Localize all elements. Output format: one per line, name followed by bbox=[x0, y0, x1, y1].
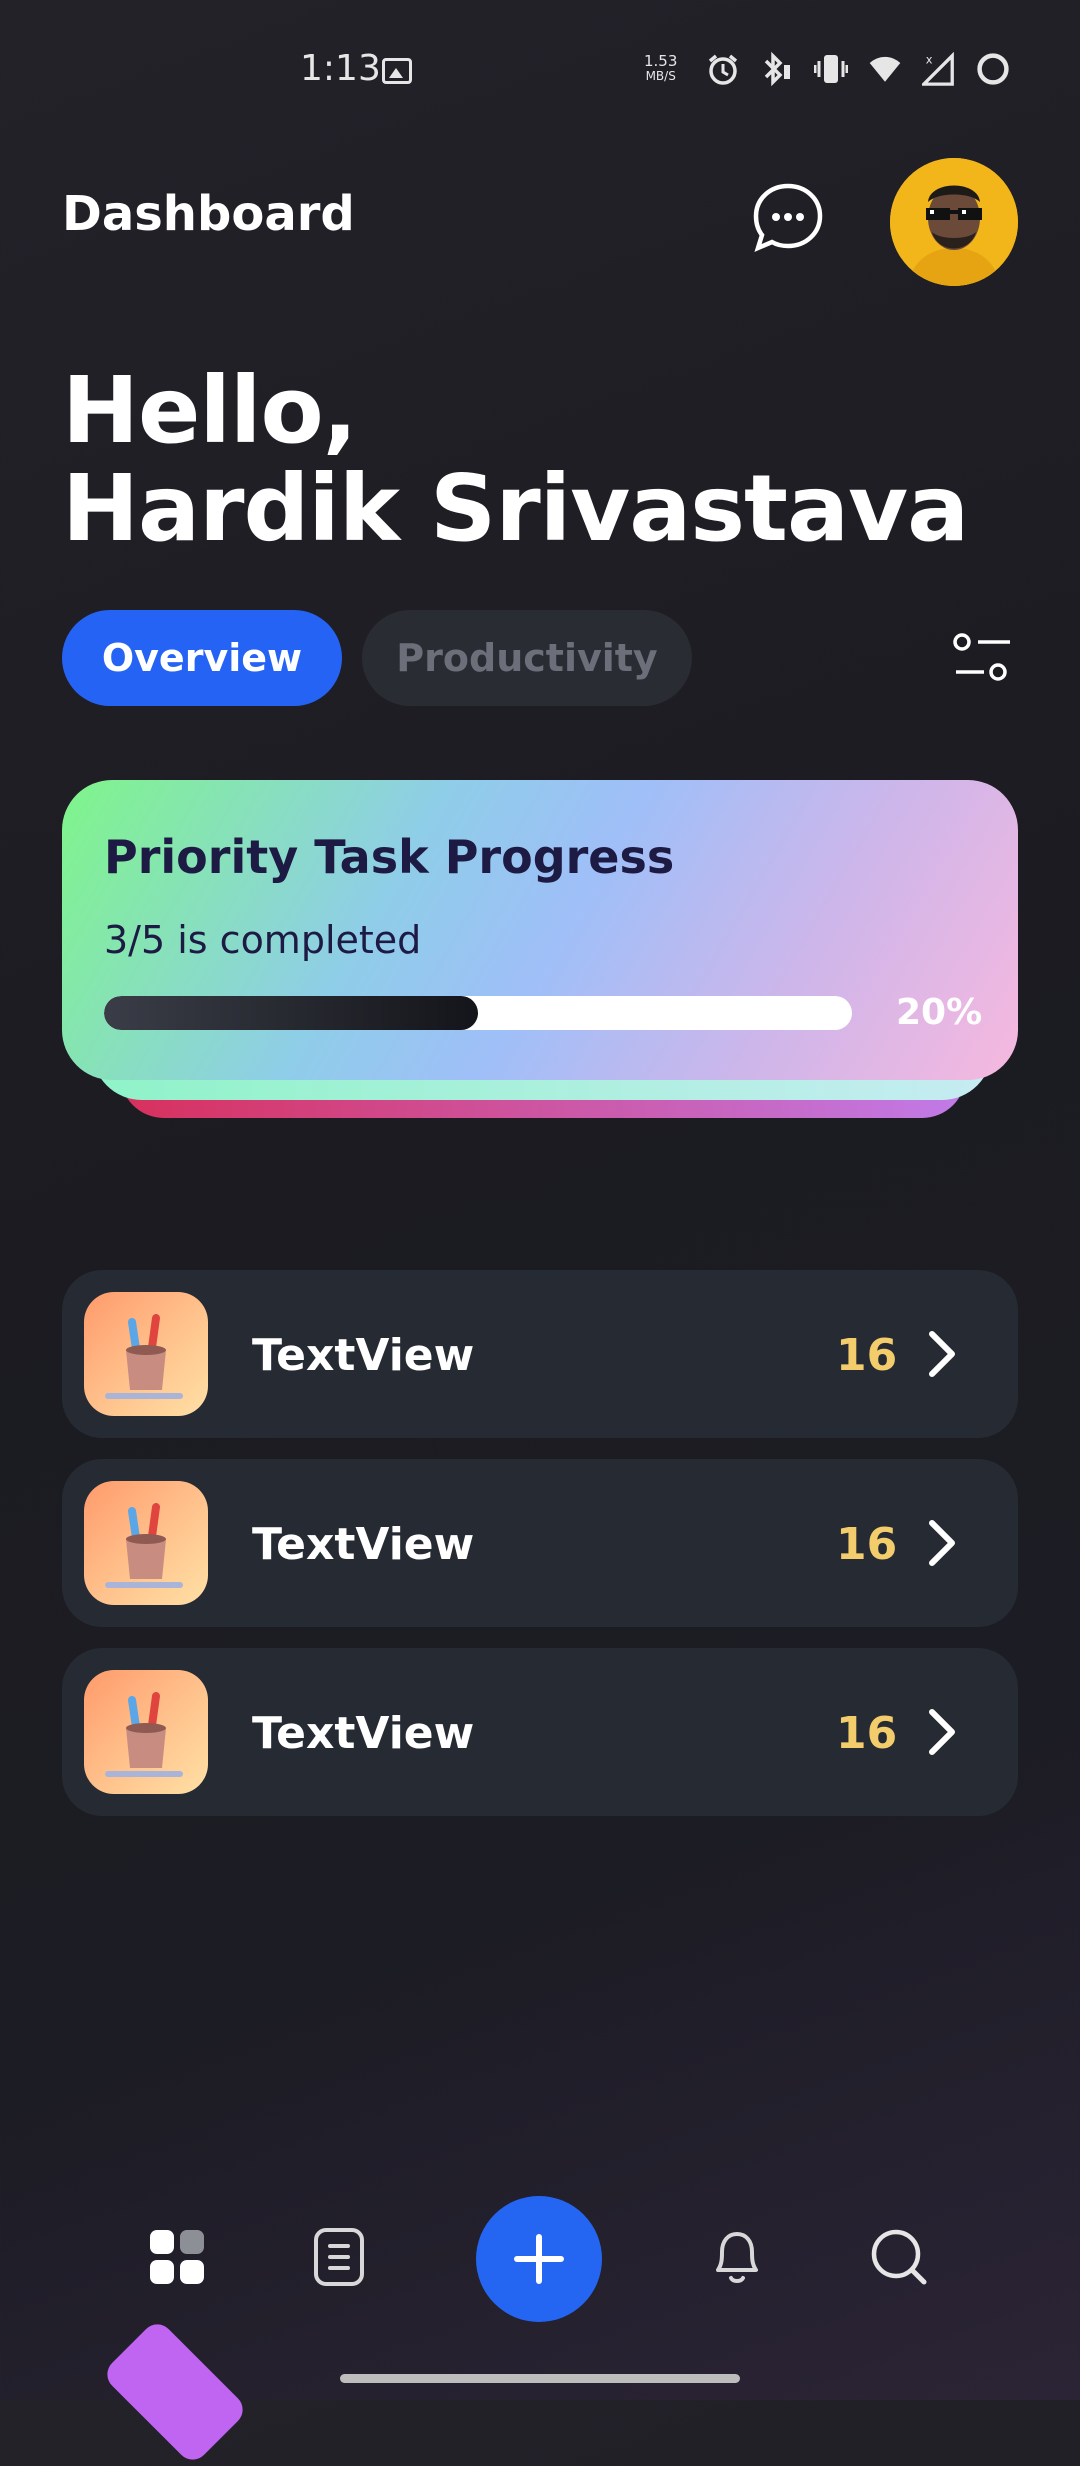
pencil-cup-icon bbox=[84, 1670, 208, 1794]
document-icon bbox=[314, 2228, 364, 2286]
nav-search-button[interactable] bbox=[866, 2224, 932, 2290]
filter-button[interactable] bbox=[952, 632, 1014, 684]
progress-percent: 20% bbox=[896, 992, 983, 1033]
bell-icon bbox=[716, 2232, 758, 2283]
chat-bubble-icon bbox=[753, 183, 823, 252]
chevron-right-icon bbox=[929, 1331, 955, 1377]
list-item-label: TextView bbox=[252, 1519, 475, 1570]
nav-notifications-button[interactable] bbox=[704, 2224, 770, 2290]
battery-icon bbox=[976, 50, 1010, 88]
vibrate-icon bbox=[814, 50, 848, 88]
list-item-count: 16 bbox=[836, 1330, 898, 1381]
tab-productivity[interactable]: Productivity bbox=[362, 610, 692, 706]
greeting-line1: Hello, bbox=[62, 357, 358, 464]
chat-button[interactable] bbox=[750, 180, 826, 256]
image-icon bbox=[382, 58, 412, 84]
list-item[interactable]: TextView 16 bbox=[62, 1459, 1018, 1627]
status-icons: x bbox=[706, 50, 1010, 88]
wifi-icon bbox=[868, 50, 902, 88]
alarm-icon bbox=[706, 50, 740, 88]
filter-toggle-icon bbox=[953, 633, 1010, 681]
list-item-count: 16 bbox=[836, 1708, 898, 1759]
card-subtitle: 3/5 is completed bbox=[104, 918, 422, 962]
greeting: Hello, Hardik Srivastava bbox=[62, 357, 969, 562]
list-item-label: TextView bbox=[252, 1708, 475, 1759]
add-button[interactable] bbox=[476, 2196, 602, 2322]
chevron-right-icon bbox=[929, 1709, 955, 1755]
tab-overview[interactable]: Overview bbox=[62, 610, 342, 706]
list-item[interactable]: TextView 16 bbox=[62, 1270, 1018, 1438]
svg-text:x: x bbox=[926, 52, 933, 66]
bluetooth-icon bbox=[760, 50, 794, 88]
status-time: 1:13 bbox=[300, 48, 381, 89]
pencil-cup-icon bbox=[84, 1292, 208, 1416]
list-item[interactable]: TextView 16 bbox=[62, 1648, 1018, 1816]
page-title: Dashboard bbox=[62, 186, 355, 242]
nav-dashboard-button[interactable] bbox=[144, 2224, 210, 2290]
nav-documents-button[interactable] bbox=[306, 2224, 372, 2290]
signal-icon: x bbox=[922, 50, 956, 88]
chevron-right-icon bbox=[929, 1520, 955, 1566]
grid-icon bbox=[150, 2230, 204, 2284]
pencil-cup-icon bbox=[84, 1481, 208, 1605]
greeting-name: Hardik Srivastava bbox=[62, 455, 969, 562]
user-avatar bbox=[890, 158, 1018, 286]
net-speed: 1.53 MB/S bbox=[644, 54, 677, 84]
search-icon bbox=[871, 2229, 927, 2285]
avatar[interactable] bbox=[890, 158, 1018, 286]
progress-bar bbox=[104, 996, 852, 1030]
add-icon bbox=[514, 2234, 564, 2284]
home-indicator[interactable] bbox=[340, 2374, 740, 2383]
card-title: Priority Task Progress bbox=[104, 830, 675, 884]
net-speed-value: 1.53 bbox=[644, 52, 678, 70]
decorative-corner bbox=[100, 2317, 250, 2466]
progress-bar-fill bbox=[104, 996, 478, 1030]
net-speed-unit: MB/S bbox=[645, 69, 676, 83]
list-item-count: 16 bbox=[836, 1519, 898, 1570]
list-item-label: TextView bbox=[252, 1330, 475, 1381]
